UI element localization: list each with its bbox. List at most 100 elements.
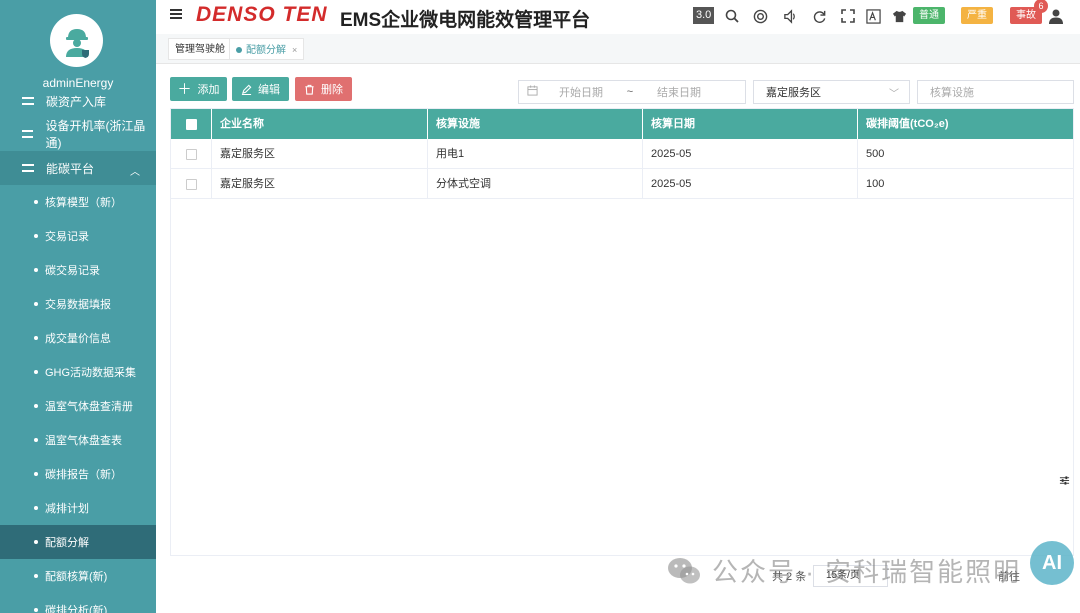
- cell-date: 2025-05: [643, 169, 858, 199]
- sidebar-item-label: 设备开机率(浙江晶通): [45, 119, 146, 150]
- ai-badge[interactable]: AI: [1030, 541, 1074, 585]
- sidebar-subitem[interactable]: 温室气体盘查表: [0, 423, 156, 457]
- sidebar-subitem-label: 温室气体盘查清册: [45, 401, 133, 413]
- tab-bar: 管理驾驶舱 配额分解 ×: [156, 34, 1080, 64]
- sidebar-subitem[interactable]: 碳排分析(新): [0, 593, 156, 613]
- bullet-icon: [34, 336, 38, 340]
- sidebar-subitem-label: 配额分解: [45, 537, 89, 549]
- font-size-icon[interactable]: [863, 6, 883, 26]
- calendar-icon: [527, 85, 538, 99]
- date-range-picker[interactable]: 开始日期 ~ 结束日期: [518, 80, 746, 104]
- bullet-icon: [34, 370, 38, 374]
- sidebar-subitem-label: 温室气体盘查表: [45, 435, 122, 447]
- sidebar-subitem[interactable]: 交易记录: [0, 219, 156, 253]
- app-title: EMS企业微电网能效管理平台: [340, 10, 591, 31]
- sidebar-subitem[interactable]: GHG活动数据采集: [0, 355, 156, 389]
- select-all-cell: [171, 109, 212, 139]
- bullet-icon: [34, 200, 38, 204]
- bullet-icon: [34, 234, 38, 238]
- delete-button[interactable]: 删除: [295, 77, 352, 101]
- cell-company: 嘉定服务区: [212, 169, 428, 199]
- user-avatar[interactable]: [50, 14, 103, 67]
- column-header-threshold[interactable]: 碳排阈值(tCO₂e): [858, 109, 1073, 139]
- lifebuoy-icon[interactable]: [750, 6, 770, 26]
- sidebar-subitem-label: 交易记录: [45, 231, 89, 243]
- bullet-icon: [34, 608, 38, 612]
- user-icon[interactable]: [1046, 6, 1066, 26]
- cell-threshold: 500: [866, 148, 885, 160]
- sidebar-item-equipment-rate[interactable]: 设备开机率(浙江晶通): [0, 117, 156, 151]
- cell-facility: 分体式空调: [428, 169, 643, 199]
- sidebar-subitem-label: 核算模型（新）: [45, 197, 122, 209]
- edit-button[interactable]: 编辑: [232, 77, 289, 101]
- date-separator: ~: [626, 86, 634, 98]
- menu-icon: [22, 130, 34, 138]
- start-date-input[interactable]: 开始日期: [544, 84, 618, 100]
- table-row[interactable]: 嘉定服务区 用电1 2025-05 500: [171, 139, 1073, 169]
- cell-facility: 用电1: [428, 139, 643, 169]
- version-badge[interactable]: 3.0: [693, 7, 715, 24]
- search-icon[interactable]: [722, 6, 742, 26]
- sidebar-subitem-label: GHG活动数据采集: [45, 367, 137, 379]
- bullet-icon: [34, 302, 38, 306]
- chevron-down-icon: ﹀: [889, 89, 899, 100]
- sidebar-subitem-label: 碳交易记录: [45, 265, 100, 277]
- bullet-icon: [34, 506, 38, 510]
- sidebar-subitem[interactable]: 碳交易记录: [0, 253, 156, 287]
- theme-shirt-icon[interactable]: [889, 6, 909, 26]
- table-row[interactable]: 嘉定服务区 分体式空调 2025-05 100: [171, 169, 1073, 199]
- edit-icon: [241, 84, 252, 95]
- sidebar-subitem[interactable]: 温室气体盘查清册: [0, 389, 156, 423]
- sidebar-item-label: 能碳平台: [46, 161, 95, 176]
- sidebar-subitem-label: 减排计划: [45, 503, 89, 515]
- cell-date: 2025-05: [643, 139, 858, 169]
- sidebar-subitem-label: 碳排报告（新）: [45, 469, 122, 481]
- end-date-input[interactable]: 结束日期: [642, 84, 716, 100]
- alarm-severe-badge[interactable]: 严重: [961, 7, 993, 24]
- worker-icon: [65, 28, 89, 58]
- refresh-icon[interactable]: [809, 6, 829, 26]
- bullet-icon: [34, 540, 38, 544]
- sidebar-subitem[interactable]: 成交量价信息: [0, 321, 156, 355]
- sidebar-item-carbon-assets[interactable]: 碳资产入库: [0, 84, 156, 118]
- tab-dashboard[interactable]: 管理驾驶舱: [168, 38, 232, 60]
- sidebar-item-energy-carbon[interactable]: 能碳平台 ︿: [0, 151, 156, 185]
- org-select-value: 嘉定服务区: [766, 87, 821, 99]
- bullet-icon: [34, 404, 38, 408]
- active-dot-icon: [236, 47, 242, 54]
- row-checkbox[interactable]: [186, 149, 197, 160]
- tab-quota-allocation[interactable]: 配额分解 ×: [229, 38, 305, 60]
- alarm-normal-badge[interactable]: 普通: [913, 7, 945, 24]
- row-checkbox[interactable]: [186, 179, 197, 190]
- hamburger-menu-icon[interactable]: [170, 9, 182, 19]
- org-select[interactable]: 嘉定服务区 ﹀: [753, 80, 910, 104]
- sidebar-subitem[interactable]: 核算模型（新）: [0, 185, 156, 219]
- cell-threshold: 100: [866, 178, 885, 190]
- column-header-company[interactable]: 企业名称: [212, 109, 428, 139]
- add-button[interactable]: ＋ 添加: [170, 77, 227, 101]
- column-settings-icon[interactable]: [1059, 475, 1070, 489]
- select-all-checkbox[interactable]: [186, 119, 197, 130]
- quota-table: 企业名称 核算设施 核算日期 碳排阈值(tCO₂e) 嘉定服务区 用电1 202…: [170, 108, 1074, 556]
- sidebar-subitem[interactable]: 交易数据填报: [0, 287, 156, 321]
- sidebar-subitem[interactable]: 配额核算(新): [0, 559, 156, 593]
- column-header-date[interactable]: 核算日期: [643, 109, 858, 139]
- watermark-text: 公众号 · 安科瑞智能照明: [712, 557, 1022, 587]
- bullet-icon: [34, 574, 38, 578]
- row-select-cell: [171, 169, 212, 199]
- sidebar-subitem-label: 配额核算(新): [45, 571, 108, 583]
- plus-icon: ＋: [177, 81, 192, 97]
- bullet-icon: [34, 472, 38, 476]
- bullet-icon: [34, 268, 38, 272]
- sidebar-subitem-active[interactable]: 配额分解: [0, 525, 156, 559]
- sidebar-item-label: 碳资产入库: [46, 94, 107, 109]
- column-header-facility[interactable]: 核算设施: [428, 109, 643, 139]
- close-icon[interactable]: ×: [292, 45, 297, 55]
- add-button-label: 添加: [197, 84, 220, 96]
- sidebar-subitem[interactable]: 碳排报告（新）: [0, 457, 156, 491]
- facility-search-input[interactable]: 核算设施: [917, 80, 1074, 104]
- cell-company: 嘉定服务区: [212, 139, 428, 169]
- volume-icon[interactable]: [780, 6, 800, 26]
- sidebar-subitem[interactable]: 减排计划: [0, 491, 156, 525]
- fullscreen-icon[interactable]: [838, 6, 858, 26]
